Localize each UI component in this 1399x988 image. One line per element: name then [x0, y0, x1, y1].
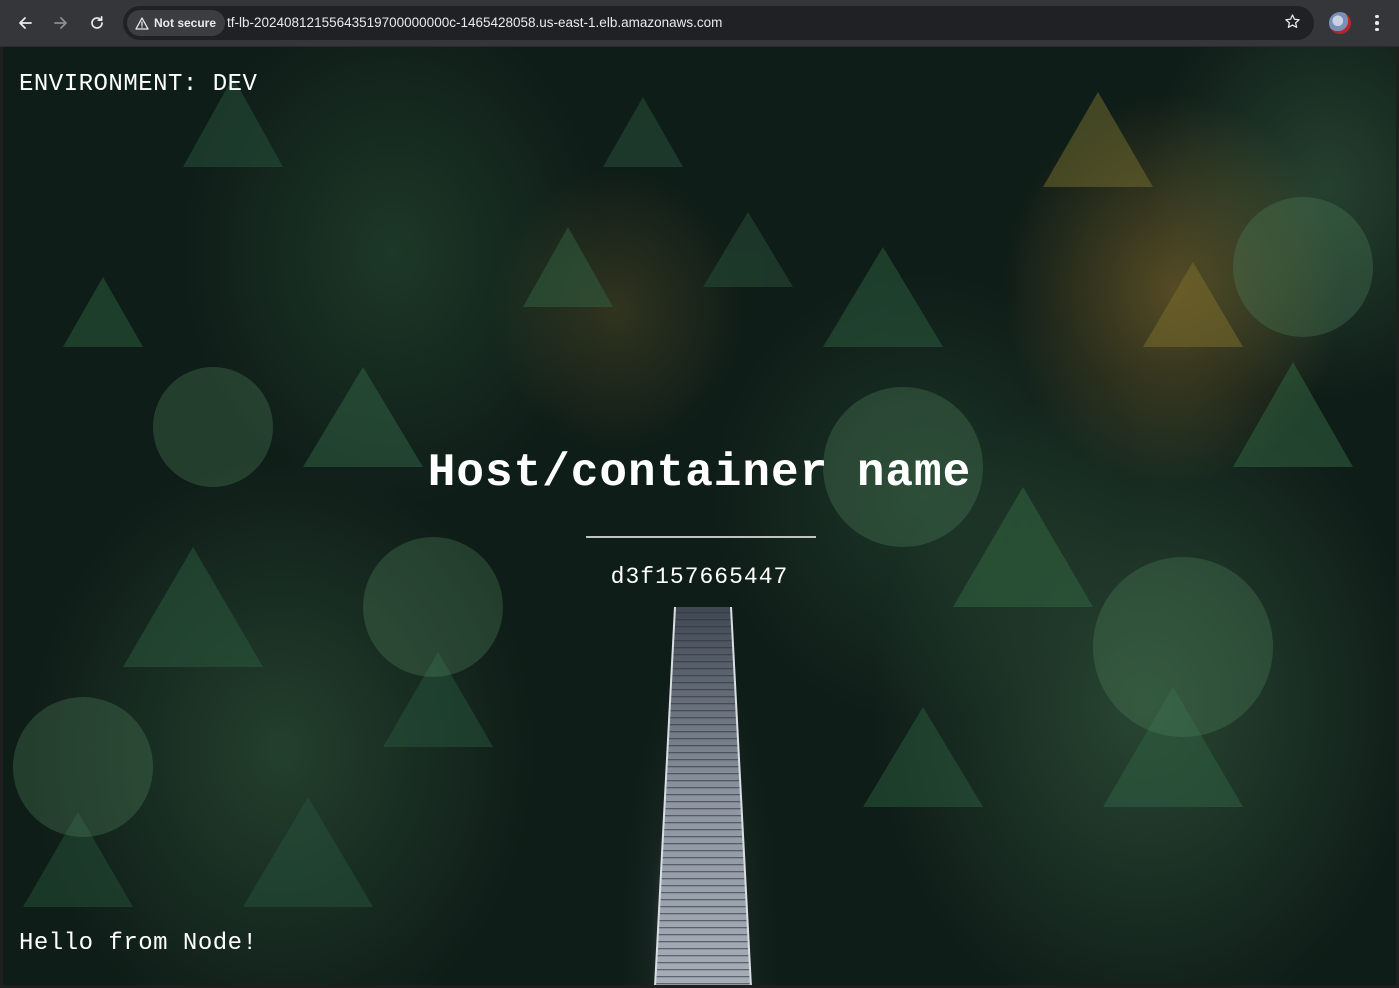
page-viewport: ENVIRONMENT: DEV Host/container name d3f… — [3, 47, 1396, 985]
kebab-menu-icon[interactable] — [1365, 10, 1389, 36]
arrow-left-icon — [17, 15, 33, 31]
address-bar[interactable]: Not secure tf-lb-20240812155643519700000… — [123, 6, 1314, 40]
reload-icon — [89, 15, 105, 31]
forward-button[interactable] — [46, 8, 76, 38]
reload-button[interactable] — [82, 8, 112, 38]
back-button[interactable] — [10, 8, 40, 38]
footer-message: Hello from Node! — [19, 930, 258, 957]
security-indicator[interactable]: Not secure — [127, 10, 226, 36]
suspension-bridge-image — [654, 607, 752, 985]
browser-window: Not secure tf-lb-20240812155643519700000… — [0, 0, 1399, 988]
title-divider — [586, 536, 816, 538]
arrow-right-icon — [53, 15, 69, 31]
url-text[interactable]: tf-lb-20240812155643519700000000c-146542… — [227, 6, 722, 40]
security-label: Not secure — [154, 16, 217, 30]
environment-label: ENVIRONMENT: DEV — [19, 71, 258, 98]
star-icon — [1284, 13, 1301, 34]
bookmark-button[interactable] — [1282, 13, 1302, 33]
warning-triangle-icon — [135, 16, 149, 30]
browser-toolbar: Not secure tf-lb-20240812155643519700000… — [0, 0, 1399, 47]
page-title: Host/container name — [427, 447, 972, 499]
profile-avatar[interactable] — [1329, 12, 1351, 34]
hostname-value: d3f157665447 — [610, 564, 789, 590]
